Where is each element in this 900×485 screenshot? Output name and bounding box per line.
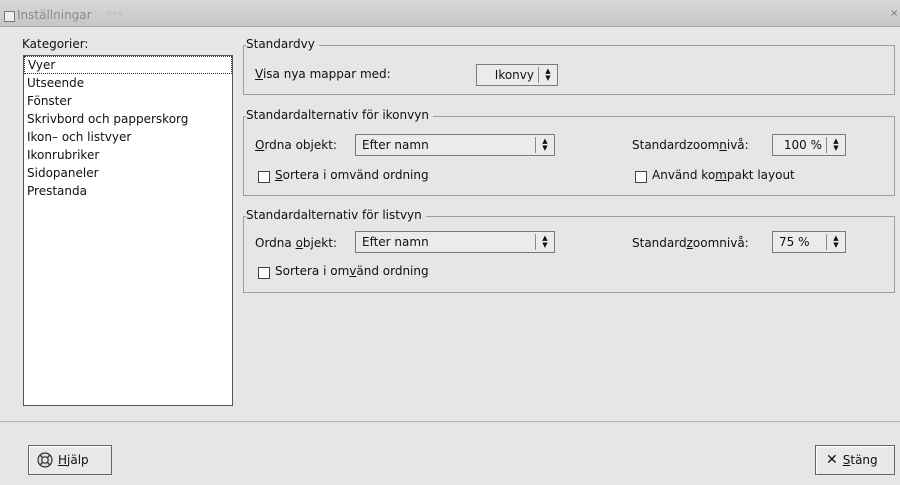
iconview-reverse-label[interactable]: Sortera i omvänd ordning [275, 168, 429, 182]
listview-arrange-select[interactable]: Efter namn ▲ ▼ [355, 231, 555, 253]
close-x-icon: ✕ [826, 452, 838, 468]
default-view-value: Ikonvy [494, 68, 534, 82]
categories-list[interactable]: Vyer Utseende Fönster Skrivbord och papp… [23, 55, 233, 406]
standardvy-title: Standardvy [246, 37, 319, 51]
listview-arrange-label: Ordna objekt: [255, 236, 337, 250]
iconview-arrange-value: Efter namn [362, 138, 429, 152]
button-separator [0, 421, 900, 422]
listview-zoom-select[interactable]: 75 % ▲ ▼ [772, 231, 846, 253]
close-icon[interactable]: × [890, 9, 898, 19]
category-item-fonster[interactable]: Fönster [24, 92, 232, 110]
category-item-skrivbord[interactable]: Skrivbord och papperskorg [24, 110, 232, 128]
show-folders-label: Visa nya mappar med: [255, 67, 391, 81]
listview-frame [243, 216, 895, 293]
listview-zoom-label: Standardzoomnivå: [632, 236, 749, 250]
categories-label: Kategorier: [22, 37, 89, 51]
compact-layout-checkbox[interactable] [635, 171, 647, 183]
iconview-reverse-checkbox[interactable] [258, 171, 270, 183]
category-item-sidopaneler[interactable]: Sidopaneler [24, 164, 232, 182]
iconview-zoom-label: Standardzoomnivå: [632, 138, 749, 152]
iconview-zoom-select[interactable]: 100 % ▲ ▼ [772, 134, 846, 156]
window-titlebar[interactable]: Inställningar ◦◦◦ × [0, 0, 900, 27]
category-item-vyer[interactable]: Vyer [24, 56, 232, 74]
compact-layout-label[interactable]: Använd kompakt layout [652, 168, 795, 182]
updown-arrows-icon: ▲ ▼ [833, 137, 839, 152]
default-view-select[interactable]: Ikonvy ▲ ▼ [476, 64, 558, 86]
iconview-zoom-value: 100 % [783, 138, 822, 152]
help-lifebuoy-icon [37, 452, 53, 468]
listview-zoom-value: 75 % [779, 235, 810, 249]
category-item-utseende[interactable]: Utseende [24, 74, 232, 92]
iconview-frame [243, 116, 895, 196]
close-button-label: Stäng [842, 453, 878, 467]
category-item-ikonrubriker[interactable]: Ikonrubriker [24, 146, 232, 164]
category-item-prestanda[interactable]: Prestanda [24, 182, 232, 200]
help-button[interactable]: Hjälp [28, 445, 112, 475]
category-item-ikon-listvyer[interactable]: Ikon– och listvyer [24, 128, 232, 146]
close-button[interactable]: ✕ Stäng [815, 445, 895, 475]
listview-reverse-label[interactable]: Sortera i omvänd ordning [275, 264, 429, 278]
updown-arrows-icon: ▲ ▼ [542, 234, 548, 249]
title-decoration-icon: ◦◦◦ [106, 9, 124, 20]
window-title: Inställningar [17, 8, 92, 22]
iconview-arrange-label: Ordna objekt: [255, 138, 337, 152]
listview-reverse-checkbox[interactable] [258, 267, 270, 279]
window-menu-icon[interactable] [4, 11, 15, 22]
help-button-label: Hjälp [58, 453, 89, 467]
iconview-title: Standardalternativ för ikonvyn [246, 108, 433, 122]
listview-arrange-value: Efter namn [362, 235, 429, 249]
updown-arrows-icon: ▲ ▼ [833, 234, 839, 249]
listview-title: Standardalternativ för listvyn [246, 208, 426, 222]
iconview-arrange-select[interactable]: Efter namn ▲ ▼ [355, 134, 555, 156]
updown-arrows-icon: ▲ ▼ [545, 67, 551, 82]
updown-arrows-icon: ▲ ▼ [542, 137, 548, 152]
